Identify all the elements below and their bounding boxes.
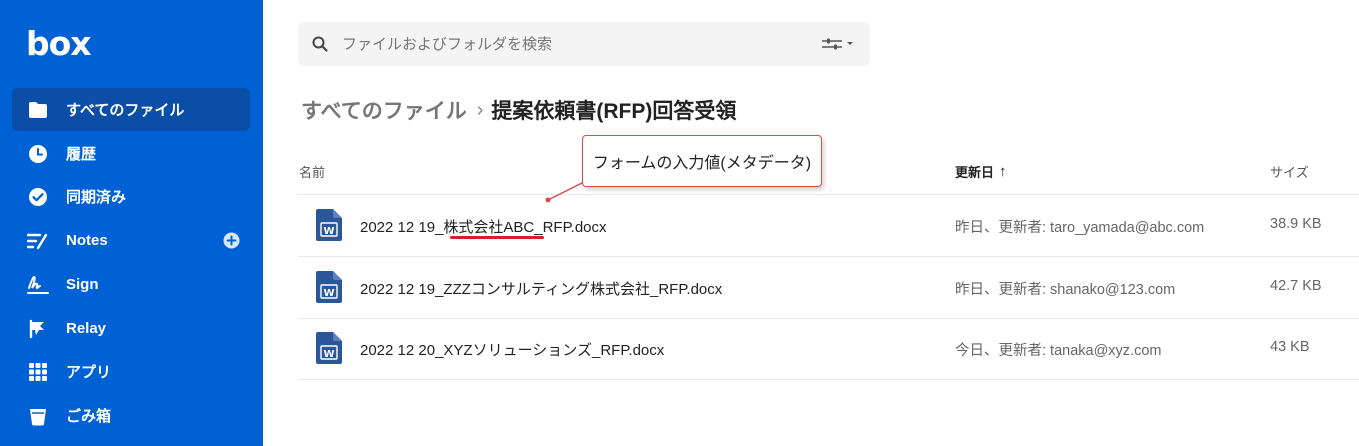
sidebar: box すべてのファイル 履歴 同期済み Notes Sign Relay アプ…	[0, 0, 263, 446]
file-size: 43 KB	[1270, 339, 1310, 355]
table-row[interactable]: W 2022 12 20_XYZソリューションズ_RFP.docx 今日、更新者…	[298, 318, 1359, 380]
sidebar-item-label: ごみ箱	[66, 408, 112, 425]
search-bar	[298, 22, 870, 66]
sidebar-item-sign[interactable]: Sign	[12, 263, 250, 306]
word-file-icon: W	[316, 332, 342, 364]
sidebar-item-relay[interactable]: Relay	[12, 307, 250, 350]
sidebar-item-synced[interactable]: 同期済み	[12, 175, 250, 218]
sidebar-item-trash[interactable]: ごみ箱	[12, 394, 250, 437]
search-icon	[312, 36, 328, 52]
sidebar-item-label: 同期済み	[66, 189, 127, 206]
file-updated: 今日、更新者: tanaka@xyz.com	[955, 343, 1162, 359]
file-updated: 昨日、更新者: shanako@123.com	[955, 282, 1176, 298]
folder-icon	[26, 98, 50, 122]
svg-text:W: W	[323, 349, 334, 360]
search-input[interactable]	[342, 32, 782, 56]
box-logo[interactable]: box	[26, 24, 96, 64]
column-header-updated[interactable]: 更新日 ↑	[955, 162, 1007, 181]
annotation-callout: フォームの入力値(メタデータ)	[582, 135, 822, 187]
sidebar-item-label: アプリ	[66, 364, 112, 381]
sidebar-item-label: Sign	[66, 276, 99, 293]
sidebar-item-label: Relay	[66, 320, 107, 337]
apps-grid-icon	[26, 360, 50, 384]
file-updated: 昨日、更新者: taro_yamada@abc.com	[955, 220, 1205, 236]
column-header-size[interactable]: サイズ	[1270, 162, 1309, 181]
sign-icon	[26, 273, 50, 297]
file-name[interactable]: 2022 12 19_株式会社ABC_RFP.docx	[360, 216, 607, 237]
sidebar-item-all-files[interactable]: すべてのファイル	[12, 88, 250, 131]
breadcrumb: すべてのファイル › 提案依頼書(RFP)回答受領	[301, 94, 736, 126]
file-name[interactable]: 2022 12 19_ZZZコンサルティング株式会社_RFP.docx	[360, 278, 722, 299]
plus-circle-icon[interactable]	[223, 232, 240, 249]
word-file-icon: W	[316, 271, 342, 303]
table-row[interactable]: W 2022 12 19_ZZZコンサルティング株式会社_RFP.docx 昨日…	[298, 257, 1359, 319]
sidebar-item-label: Notes	[66, 232, 108, 249]
sidebar-item-label: すべてのファイル	[66, 102, 185, 119]
word-file-icon: W	[316, 209, 342, 241]
file-size: 38.9 KB	[1270, 216, 1322, 232]
svg-text:W: W	[323, 288, 334, 299]
trash-icon	[26, 404, 50, 428]
check-circle-icon	[26, 185, 50, 209]
annotation-callout-text: フォームの入力値(メタデータ)	[592, 155, 812, 172]
sidebar-item-notes[interactable]: Notes	[12, 219, 250, 262]
file-name[interactable]: 2022 12 20_XYZソリューションズ_RFP.docx	[360, 339, 664, 360]
annotation-underline	[450, 236, 544, 239]
sidebar-item-label: 履歴	[66, 146, 97, 163]
clock-icon	[26, 142, 50, 166]
svg-text:W: W	[323, 226, 334, 237]
sidebar-item-apps[interactable]: アプリ	[12, 350, 250, 393]
breadcrumb-current-folder: 提案依頼書(RFP)回答受領	[491, 100, 737, 123]
column-header-updated-label: 更新日	[955, 165, 995, 180]
notes-icon	[26, 229, 50, 253]
breadcrumb-separator: ›	[476, 98, 484, 121]
file-size: 42.7 KB	[1270, 278, 1322, 294]
sort-arrow-icon: ↑	[999, 163, 1007, 180]
relay-icon	[26, 317, 50, 341]
table-row[interactable]: W 2022 12 19_株式会社ABC_RFP.docx 昨日、更新者: ta…	[298, 195, 1359, 257]
breadcrumb-root[interactable]: すべてのファイル	[301, 95, 467, 125]
search-filter-icon[interactable]	[820, 36, 856, 52]
sidebar-item-history[interactable]: 履歴	[12, 132, 250, 175]
column-header-name[interactable]: 名前	[299, 162, 325, 181]
